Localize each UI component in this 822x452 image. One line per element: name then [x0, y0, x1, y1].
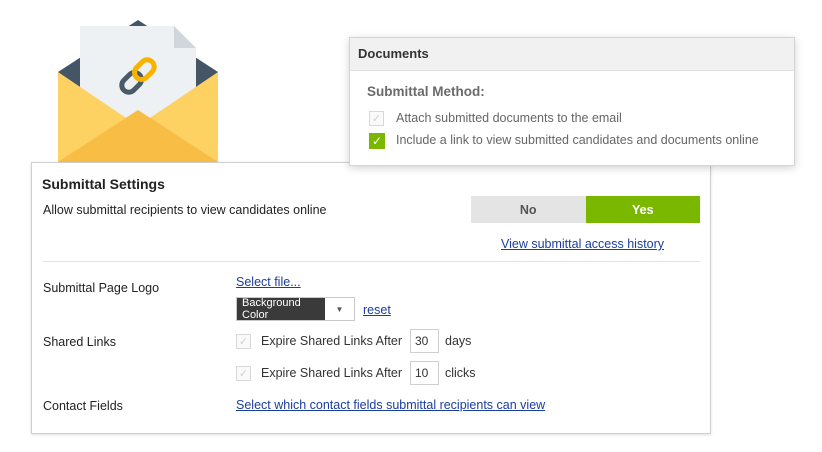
view-access-history-link[interactable]: View submittal access history [501, 237, 664, 251]
submittal-settings-panel: Submittal Settings Allow submittal recip… [31, 162, 711, 434]
documents-popup: Documents Submittal Method: ✓ Attach sub… [349, 37, 795, 166]
chain-link-icon [114, 52, 162, 100]
panel-title: Submittal Settings [42, 176, 165, 192]
attach-documents-checkbox[interactable]: ✓ [369, 111, 384, 126]
page-logo-label: Submittal Page Logo [43, 281, 160, 295]
divider [43, 261, 700, 262]
contact-fields-link[interactable]: Select which contact fields submittal re… [236, 398, 545, 412]
chevron-down-icon: ▼ [335, 304, 344, 314]
expire-clicks-unit: clicks [445, 366, 476, 380]
allow-online-label: Allow submittal recipients to view candi… [43, 203, 327, 217]
contact-fields-label: Contact Fields [43, 399, 123, 413]
toggle-yes-option[interactable]: Yes [585, 196, 700, 223]
include-link-checkbox[interactable]: ✓ [369, 133, 385, 149]
popup-title: Documents [358, 46, 429, 61]
toggle-no-option[interactable]: No [471, 196, 586, 223]
expire-days-text: Expire Shared Links After [261, 334, 403, 348]
select-file-link[interactable]: Select file... [236, 275, 301, 289]
check-icon: ✓ [371, 134, 383, 148]
include-link-label: Include a link to view submitted candida… [396, 133, 759, 147]
popup-header: Documents [350, 38, 794, 71]
expire-days-input[interactable]: 30 [410, 329, 439, 353]
expire-days-checkbox[interactable]: ✓ [236, 334, 251, 349]
attach-documents-label: Attach submitted documents to the email [396, 111, 622, 125]
expire-days-unit: days [445, 334, 472, 348]
allow-online-toggle: No Yes [471, 196, 700, 223]
expire-clicks-input[interactable]: 10 [410, 361, 439, 385]
expire-clicks-checkbox[interactable]: ✓ [236, 366, 251, 381]
background-color-select[interactable]: Background Color ▼ [236, 297, 355, 321]
background-color-value: Background Color [237, 297, 325, 321]
reset-link[interactable]: reset [363, 303, 391, 317]
expire-clicks-text: Expire Shared Links After [261, 366, 403, 380]
envelope-icon [56, 14, 220, 164]
submittal-method-label: Submittal Method: [367, 84, 485, 99]
shared-links-label: Shared Links [43, 335, 116, 349]
